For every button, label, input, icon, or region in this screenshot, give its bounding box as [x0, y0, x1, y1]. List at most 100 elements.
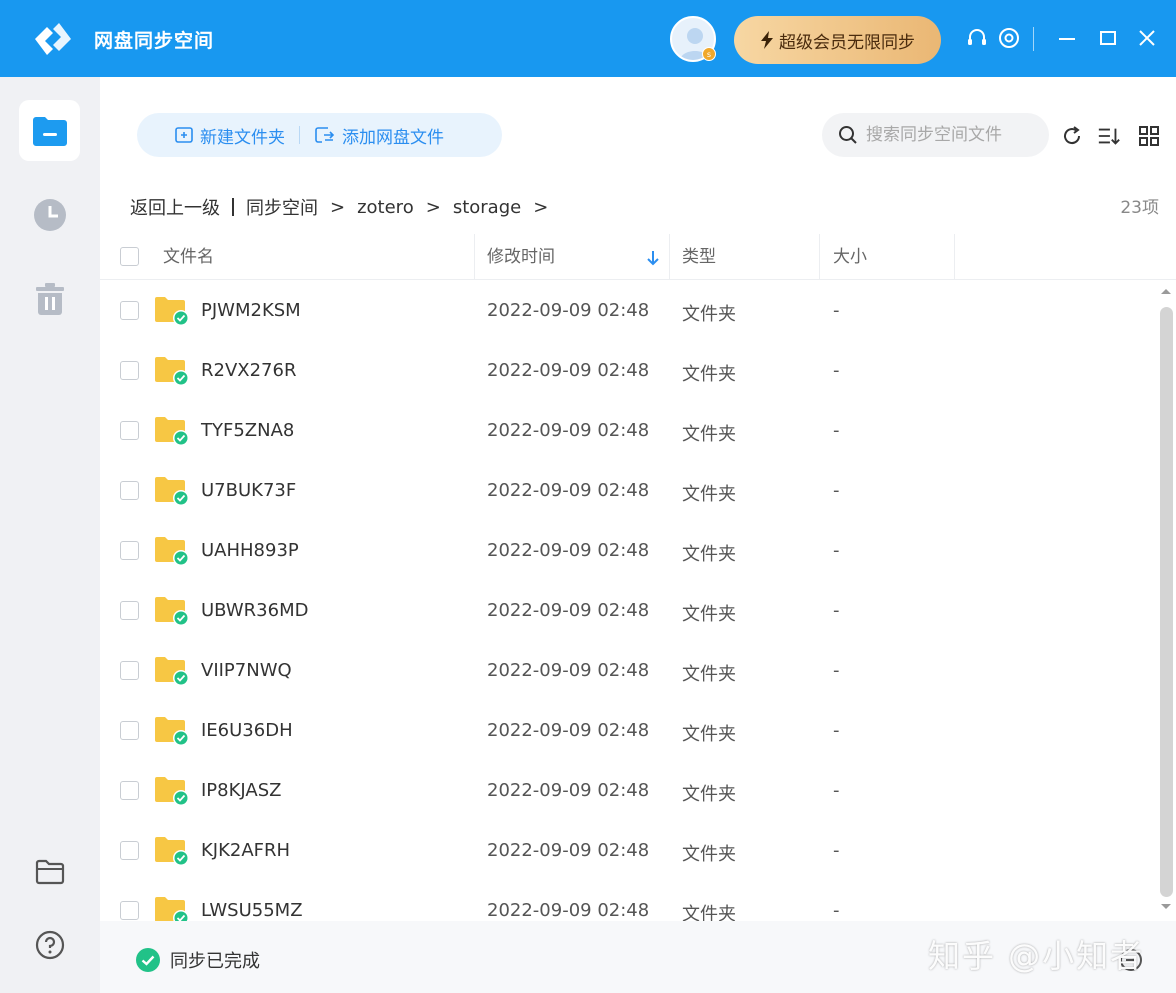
- help-icon: [35, 930, 64, 959]
- file-name: LWSU55MZ: [201, 900, 303, 921]
- table-row[interactable]: LWSU55MZ 2022-09-09 02:48 文件夹 -: [100, 881, 1155, 921]
- breadcrumb-item-storage[interactable]: storage: [453, 197, 521, 218]
- file-name: PJWM2KSM: [201, 300, 301, 321]
- file-name: U7BUK73F: [201, 480, 297, 501]
- row-checkbox[interactable]: [120, 601, 139, 620]
- table-row[interactable]: IE6U36DH 2022-09-09 02:48 文件夹 -: [100, 701, 1155, 761]
- sidebar-item-local-folder[interactable]: [19, 841, 80, 902]
- table-row[interactable]: U7BUK73F 2022-09-09 02:48 文件夹 -: [100, 461, 1155, 521]
- grid-view-icon[interactable]: [1137, 124, 1161, 148]
- row-checkbox[interactable]: [120, 421, 139, 440]
- file-name: VIIP7NWQ: [201, 660, 292, 681]
- file-size: -: [833, 900, 840, 921]
- title-bar: 网盘同步空间 s 超级会员无限同步: [0, 0, 1176, 77]
- row-checkbox[interactable]: [120, 841, 139, 860]
- table-row[interactable]: KJK2AFRH 2022-09-09 02:48 文件夹 -: [100, 821, 1155, 881]
- file-size: -: [833, 420, 840, 441]
- column-divider: [669, 234, 670, 280]
- titlebar-divider: [1033, 27, 1034, 51]
- sidebar-item-recent[interactable]: [19, 184, 80, 245]
- app-title: 网盘同步空间: [94, 30, 215, 52]
- column-header-name[interactable]: 文件名: [163, 234, 214, 280]
- row-checkbox[interactable]: [120, 901, 139, 920]
- table-row[interactable]: UAHH893P 2022-09-09 02:48 文件夹 -: [100, 521, 1155, 581]
- file-name: TYF5ZNA8: [201, 420, 295, 441]
- file-type: 文件夹: [682, 724, 736, 745]
- table-row[interactable]: PJWM2KSM 2022-09-09 02:48 文件夹 -: [100, 281, 1155, 341]
- synced-folder-icon: [155, 777, 189, 806]
- file-modified: 2022-09-09 02:48: [487, 300, 650, 321]
- status-bar: 同步已完成 知乎 @小知者: [100, 921, 1176, 993]
- main-panel: 新建文件夹 添加网盘文件 返回上一级 同步空间: [100, 77, 1176, 993]
- file-type: 文件夹: [682, 904, 736, 921]
- table-row[interactable]: UBWR36MD 2022-09-09 02:48 文件夹 -: [100, 581, 1155, 641]
- headset-icon[interactable]: [965, 26, 989, 50]
- file-size: -: [833, 600, 840, 621]
- file-toolbar: 新建文件夹 添加网盘文件: [137, 113, 502, 157]
- scroll-down-arrow-icon[interactable]: [1160, 903, 1172, 911]
- synced-folder-icon: [155, 837, 189, 866]
- maximize-icon[interactable]: [1096, 26, 1120, 50]
- row-checkbox[interactable]: [120, 661, 139, 680]
- table-header: 文件名 修改时间 类型 大小: [100, 234, 1176, 280]
- add-cloud-files-label: 添加网盘文件: [342, 127, 444, 148]
- add-cloud-files-button[interactable]: 添加网盘文件: [314, 123, 444, 148]
- app-logo-icon: [35, 23, 71, 55]
- file-size: -: [833, 360, 840, 381]
- sort-desc-arrow-icon[interactable]: [647, 250, 659, 266]
- file-modified: 2022-09-09 02:48: [487, 540, 650, 561]
- trash-icon: [35, 282, 64, 315]
- column-divider: [819, 234, 820, 280]
- file-modified: 2022-09-09 02:48: [487, 780, 650, 801]
- search-input[interactable]: [866, 125, 1046, 145]
- file-modified: 2022-09-09 02:48: [487, 720, 650, 741]
- row-checkbox[interactable]: [120, 481, 139, 500]
- row-checkbox[interactable]: [120, 361, 139, 380]
- breadcrumb-item-zotero[interactable]: zotero: [357, 197, 414, 218]
- row-checkbox[interactable]: [120, 541, 139, 560]
- file-type: 文件夹: [682, 844, 736, 865]
- column-header-modified[interactable]: 修改时间: [487, 234, 555, 280]
- row-checkbox[interactable]: [120, 781, 139, 800]
- breadcrumb-item-sync-space[interactable]: 同步空间: [246, 194, 318, 220]
- sidebar-item-help[interactable]: [19, 914, 80, 975]
- file-type: 文件夹: [682, 424, 736, 445]
- minimize-icon[interactable]: [1055, 26, 1079, 50]
- file-size: -: [833, 480, 840, 501]
- synced-folder-icon: [155, 477, 189, 506]
- sort-icon[interactable]: [1097, 124, 1121, 148]
- scroll-up-arrow-icon[interactable]: [1160, 287, 1172, 295]
- vip-label: 超级会员无限同步: [779, 32, 915, 53]
- lightning-icon: [761, 31, 773, 49]
- table-row[interactable]: TYF5ZNA8 2022-09-09 02:48 文件夹 -: [100, 401, 1155, 461]
- file-type: 文件夹: [682, 604, 736, 625]
- column-divider: [954, 234, 955, 280]
- sidebar-item-trash[interactable]: [19, 268, 80, 329]
- close-icon[interactable]: [1135, 26, 1159, 50]
- select-all-checkbox[interactable]: [120, 247, 139, 266]
- refresh-icon[interactable]: [1060, 124, 1084, 148]
- file-name: KJK2AFRH: [201, 840, 291, 861]
- vip-upgrade-button[interactable]: 超级会员无限同步: [734, 16, 941, 64]
- file-type: 文件夹: [682, 544, 736, 565]
- breadcrumb-divider: [232, 198, 234, 216]
- row-checkbox[interactable]: [120, 721, 139, 740]
- row-checkbox[interactable]: [120, 301, 139, 320]
- new-folder-button[interactable]: 新建文件夹: [174, 123, 285, 148]
- sidebar-item-files[interactable]: [19, 100, 80, 161]
- search-icon: [839, 126, 857, 144]
- back-link[interactable]: 返回上一级: [130, 194, 220, 220]
- table-row[interactable]: IP8KJASZ 2022-09-09 02:48 文件夹 -: [100, 761, 1155, 821]
- column-divider: [474, 234, 475, 280]
- add-file-icon: [315, 127, 335, 143]
- column-header-size[interactable]: 大小: [833, 234, 867, 280]
- table-row[interactable]: R2VX276R 2022-09-09 02:48 文件夹 -: [100, 341, 1155, 401]
- synced-folder-icon: [155, 417, 189, 446]
- new-folder-label: 新建文件夹: [200, 127, 285, 148]
- scrollbar-thumb[interactable]: [1160, 307, 1173, 897]
- column-header-type[interactable]: 类型: [682, 234, 716, 280]
- settings-icon[interactable]: [997, 26, 1021, 50]
- table-row[interactable]: VIIP7NWQ 2022-09-09 02:48 文件夹 -: [100, 641, 1155, 701]
- file-name: IE6U36DH: [201, 720, 293, 741]
- file-list: PJWM2KSM 2022-09-09 02:48 文件夹 - R2VX276R 2022…: [100, 281, 1155, 921]
